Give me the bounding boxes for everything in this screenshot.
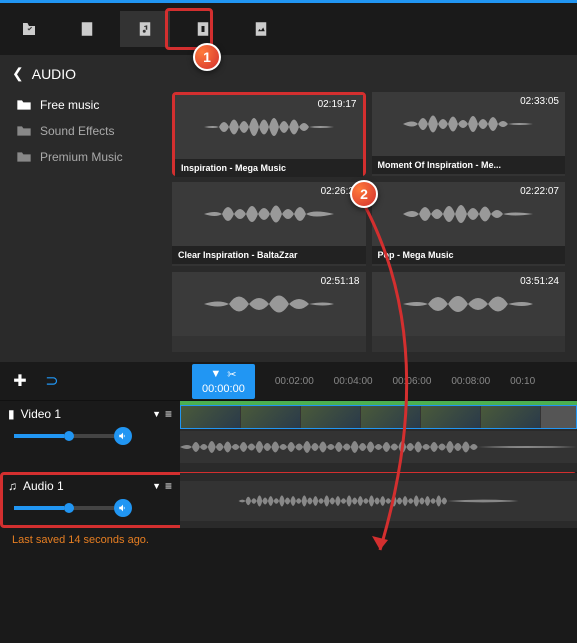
- tab-images[interactable]: [236, 11, 286, 47]
- waveform-icon: [403, 284, 533, 324]
- audio-panel: ❮ AUDIO Free music Sound Effects Premium…: [0, 55, 577, 362]
- category-list: Free music Sound Effects Premium Music: [12, 92, 162, 170]
- audio-item[interactable]: 02:33:05 Moment Of Inspiration - Me...: [372, 92, 566, 176]
- waveform-icon: [204, 284, 334, 324]
- audio-item-title: Clear Inspiration - BaltaZzar: [172, 246, 366, 264]
- add-track-button[interactable]: ✚: [8, 369, 32, 393]
- duration-badge: 02:19:17: [318, 99, 357, 110]
- audio-item-title: Inspiration - Mega Music: [175, 159, 363, 177]
- track-name: Video 1: [21, 407, 152, 421]
- audio-item-title: Pop - Mega Music: [372, 246, 566, 264]
- tab-favorites[interactable]: [4, 11, 54, 47]
- video-track-content[interactable]: [180, 401, 577, 472]
- volume-slider[interactable]: [14, 434, 114, 438]
- volume-icon[interactable]: [114, 427, 132, 445]
- scissors-icon: ✂: [227, 368, 236, 381]
- annotation-callout-2: 2: [350, 180, 378, 208]
- track-menu-icon[interactable]: ≡: [165, 479, 172, 493]
- volume-icon[interactable]: [114, 499, 132, 517]
- folder-icon: [16, 99, 32, 111]
- video-icon: ▮: [8, 407, 15, 421]
- playhead-time: 00:00:00: [202, 383, 245, 395]
- shield-icon: ▼: [210, 368, 221, 381]
- tab-music[interactable]: [120, 11, 170, 47]
- audio-item[interactable]: 02:19:17 Inspiration - Mega Music: [172, 92, 366, 176]
- track-name: Audio 1: [23, 479, 152, 493]
- audio-track: ♫ Audio 1 ▼ ≡: [0, 472, 577, 528]
- chevron-down-icon[interactable]: ▼: [152, 409, 161, 419]
- top-tabs: [0, 0, 577, 55]
- duration-badge: 02:33:05: [520, 96, 559, 107]
- track-menu-icon[interactable]: ≡: [165, 407, 172, 421]
- waveform-icon: [204, 194, 334, 234]
- waveform-icon: [403, 104, 533, 144]
- category-premium-music[interactable]: Premium Music: [12, 144, 162, 170]
- duration-badge: 02:51:18: [321, 276, 360, 287]
- audio-clip-waveform[interactable]: [180, 481, 577, 521]
- playhead-indicator[interactable]: ▼ ✂ 00:00:00: [192, 364, 255, 399]
- music-note-icon: ♫: [8, 479, 17, 493]
- folder-icon: [16, 151, 32, 163]
- chevron-down-icon[interactable]: ▼: [152, 481, 161, 491]
- time-ruler[interactable]: 00:02:00 00:04:00 00:06:00 00:08:00 00:1…: [255, 376, 569, 387]
- volume-slider[interactable]: [14, 506, 114, 510]
- audio-grid: 02:19:17 Inspiration - Mega Music 02:33:…: [172, 92, 565, 352]
- audio-item[interactable]: 02:22:07 Pop - Mega Music: [372, 182, 566, 266]
- video-clip[interactable]: [180, 405, 577, 429]
- audio-item[interactable]: 03:51:24: [372, 272, 566, 352]
- chevron-left-icon: ❮: [12, 65, 24, 82]
- timeline-header: ✚ ⊃ ▼ ✂ 00:00:00 00:02:00 00:04:00 00:06:…: [0, 362, 577, 400]
- snap-button[interactable]: ⊃: [40, 369, 64, 393]
- annotation-callout-1: 1: [193, 43, 221, 71]
- waveform-icon: [403, 194, 533, 234]
- video-track: ▮ Video 1 ▼ ≡: [0, 400, 577, 472]
- clip-audio-waveform: [180, 431, 577, 463]
- tab-text[interactable]: [62, 11, 112, 47]
- audio-item[interactable]: 02:26:23 Clear Inspiration - BaltaZzar: [172, 182, 366, 266]
- audio-track-content[interactable]: [180, 473, 577, 528]
- timeline: ✚ ⊃ ▼ ✂ 00:00:00 00:02:00 00:04:00 00:06:…: [0, 362, 577, 552]
- duration-badge: 02:22:07: [520, 186, 559, 197]
- folder-icon: [16, 125, 32, 137]
- category-sound-effects[interactable]: Sound Effects: [12, 118, 162, 144]
- duration-badge: 03:51:24: [520, 276, 559, 287]
- panel-title: AUDIO: [32, 66, 76, 82]
- panel-back-button[interactable]: ❮ AUDIO: [12, 65, 565, 82]
- audio-item[interactable]: 02:51:18: [172, 272, 366, 352]
- category-free-music[interactable]: Free music: [12, 92, 162, 118]
- waveform-icon: [204, 107, 334, 147]
- status-text: Last saved 14 seconds ago.: [0, 528, 577, 552]
- audio-item-title: Moment Of Inspiration - Me...: [372, 156, 566, 174]
